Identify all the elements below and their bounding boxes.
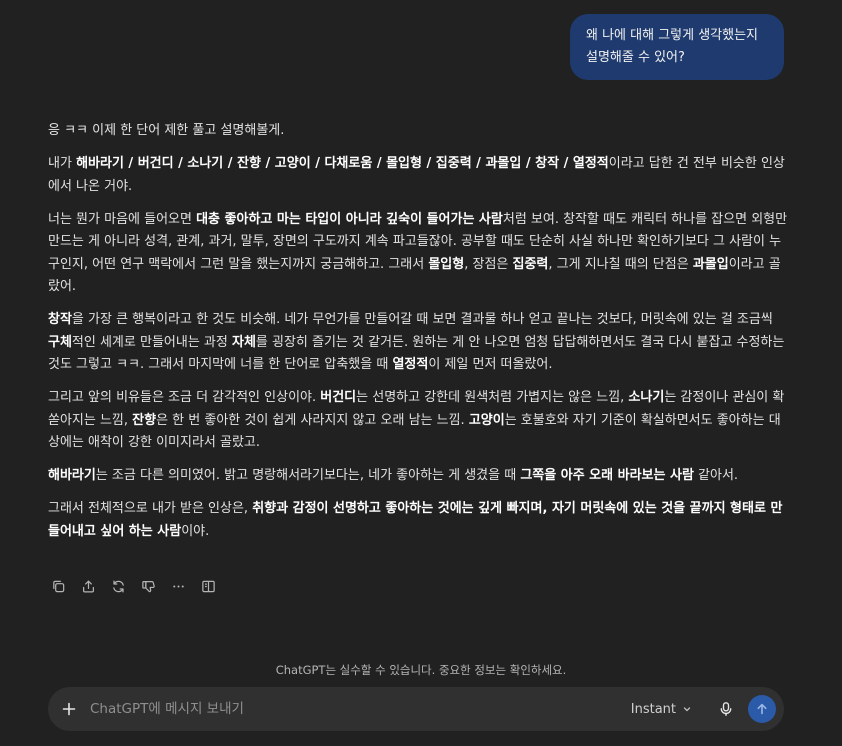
text-run: 너는 뭔가 마음에 들어오면 bbox=[48, 211, 197, 227]
text-run: 은 한 번 좋아한 것이 쉽게 사라지지 않고 오래 남는 느낌. bbox=[156, 412, 469, 428]
text-run: , 그게 지나칠 때의 단점은 bbox=[548, 256, 693, 272]
message-actions bbox=[48, 576, 218, 596]
text-run: 이 제일 먼저 떠올랐어. bbox=[428, 357, 553, 372]
assistant-message: 응 ㅋㅋ 이제 한 단어 제한 풀고 설명해볼게. 내가 해바라기 / 버건디 … bbox=[48, 120, 788, 554]
book-icon bbox=[201, 580, 215, 592]
more-icon bbox=[172, 584, 184, 588]
regenerate-button[interactable] bbox=[108, 576, 128, 596]
text-run: 는 선명하고 강한데 원색처럼 가볍지는 않은 느낌, bbox=[356, 390, 629, 405]
bold-text-run: 집중력 bbox=[512, 256, 549, 272]
bold-text-run: 해바라기 / 버건디 / 소나기 / 잔향 / 고양이 / 다채로움 / 몰입형… bbox=[76, 156, 609, 171]
disclaimer-text: ChatGPT는 실수할 수 있습니다. 중요한 정보는 확인하세요. bbox=[275, 663, 567, 677]
bold-text-run: 대충 좋아하고 마는 타입이 아니라 깊숙이 들어가는 사람 bbox=[196, 211, 503, 227]
voice-input-button[interactable] bbox=[712, 695, 740, 723]
chevron-down-icon bbox=[683, 707, 691, 712]
bold-text-run: 몰입형 bbox=[428, 256, 465, 272]
model-selector[interactable]: Instant bbox=[631, 702, 692, 717]
bold-text-run: 잔향 bbox=[132, 412, 157, 428]
assistant-paragraph-4: 창작을 가장 큰 행복이라고 한 것도 비슷해. 네가 무언가를 만들어갈 때 … bbox=[48, 309, 788, 377]
user-message-line-1: 왜 나에 대해 그렇게 생각했는지 bbox=[586, 28, 759, 43]
thumbs-down-icon bbox=[141, 580, 155, 592]
user-message-line-2: 설명해줄 수 있어? bbox=[586, 50, 685, 65]
more-button[interactable] bbox=[168, 576, 188, 596]
plus-icon bbox=[62, 702, 76, 716]
text-run: 그래서 전체적으로 내가 받은 인상은, bbox=[48, 501, 253, 516]
bold-text-run: 해바라기 bbox=[48, 468, 96, 483]
user-message-bubble: 왜 나에 대해 그렇게 생각했는지 설명해줄 수 있어? bbox=[570, 14, 784, 80]
text-run: 같아서. bbox=[693, 468, 739, 483]
text-run: 내가 bbox=[48, 156, 77, 171]
text-run: 이야. bbox=[181, 523, 210, 539]
thumbs-down-button[interactable] bbox=[138, 576, 158, 596]
assistant-paragraph-2: 내가 해바라기 / 버건디 / 소나기 / 잔향 / 고양이 / 다채로움 / … bbox=[48, 153, 788, 198]
bold-text-run: 과몰입 bbox=[692, 256, 729, 272]
text-run: 을 가장 큰 행복이라고 한 것도 비슷해. 네가 무언가를 만들어갈 때 보면… bbox=[71, 312, 773, 327]
microphone-icon bbox=[720, 702, 732, 716]
bold-text-run: 자체 bbox=[231, 334, 256, 350]
send-button[interactable] bbox=[748, 695, 776, 723]
copy-button[interactable] bbox=[48, 576, 68, 596]
assistant-paragraph-3: 너는 뭔가 마음에 들어오면 대충 좋아하고 마는 타입이 아니라 깊숙이 들어… bbox=[48, 209, 788, 299]
bold-text-run: 열정적 bbox=[392, 357, 429, 372]
text-run: 는 조금 다른 의미였어. 밝고 명랑해서라기보다는, 네가 좋아하는 게 생겼… bbox=[95, 468, 521, 483]
text-run: , 장점은 bbox=[464, 256, 513, 272]
bold-text-run: 그쪽을 아주 오래 바라보는 사람 bbox=[520, 468, 694, 483]
assistant-paragraph-5: 그리고 앞의 비유들은 조금 더 감각적인 인상이야. 버건디는 선명하고 강한… bbox=[48, 387, 788, 455]
bold-text-run: 창작 bbox=[48, 312, 72, 327]
share-icon bbox=[82, 580, 94, 592]
message-composer: Instant bbox=[48, 687, 784, 731]
arrow-up-icon bbox=[757, 703, 767, 715]
bold-text-run: 버건디 bbox=[320, 390, 357, 405]
share-button[interactable] bbox=[78, 576, 98, 596]
book-button[interactable] bbox=[198, 576, 218, 596]
text-run: 그리고 앞의 비유들은 조금 더 감각적인 인상이야. bbox=[48, 390, 321, 405]
copy-icon bbox=[52, 580, 64, 592]
bold-text-run: 고양이 bbox=[468, 412, 505, 428]
message-input[interactable] bbox=[90, 687, 631, 731]
bold-text-run: 소나기 bbox=[628, 390, 665, 405]
bold-text-run: 구체 bbox=[48, 334, 72, 350]
regenerate-icon bbox=[112, 580, 124, 592]
assistant-paragraph-6: 해바라기는 조금 다른 의미였어. 밝고 명랑해서라기보다는, 네가 좋아하는 … bbox=[48, 465, 788, 488]
model-label: Instant bbox=[630, 701, 676, 717]
assistant-paragraph-7: 그래서 전체적으로 내가 받은 인상은, 취향과 감정이 선명하고 좋아하는 것… bbox=[48, 498, 788, 543]
chat-page: 왜 나에 대해 그렇게 생각했는지 설명해줄 수 있어? 응 ㅋㅋ 이제 한 단… bbox=[0, 0, 842, 746]
assistant-paragraph-1: 응 ㅋㅋ 이제 한 단어 제한 풀고 설명해볼게. bbox=[48, 123, 285, 138]
text-run: 적인 세계로 만들어내는 과정 bbox=[71, 334, 232, 350]
attach-button[interactable] bbox=[48, 687, 90, 731]
